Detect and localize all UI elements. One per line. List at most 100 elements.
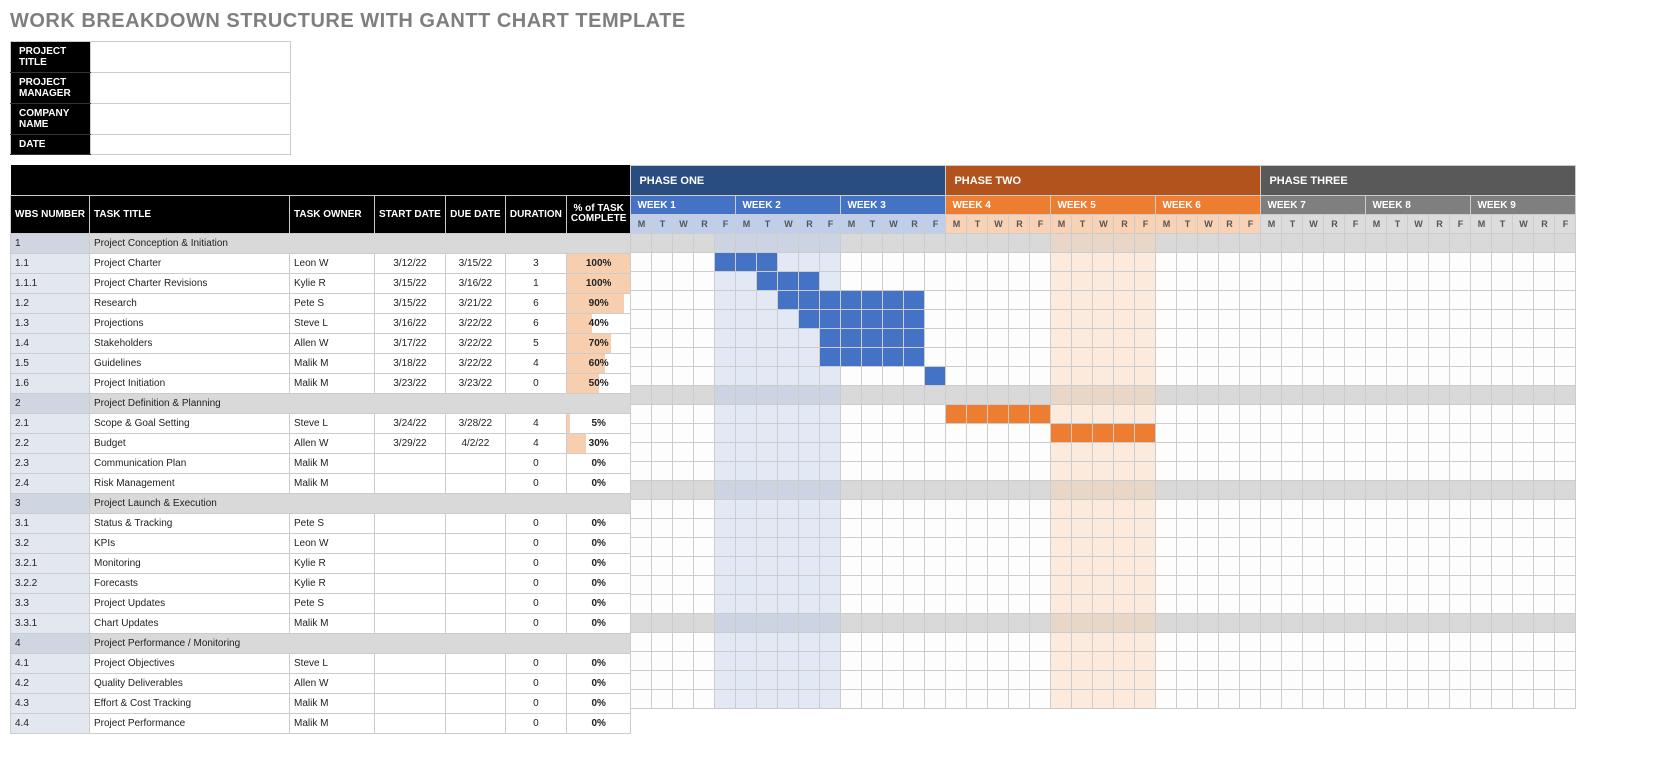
gantt-cell [1219,557,1240,576]
gantt-cell [652,614,673,633]
gantt-cell [904,310,925,329]
col-header: TASK TITLE [90,195,290,233]
gantt-cell [1240,481,1261,500]
gantt-cell [1030,424,1051,443]
gantt-cell [1366,310,1387,329]
gantt-cell [1219,348,1240,367]
gantt-cell [1513,443,1534,462]
gantt-cell [652,443,673,462]
gantt-cell [1345,253,1366,272]
gantt-cell [1366,481,1387,500]
gantt-cell [1303,576,1324,595]
gantt-cell [1345,671,1366,690]
gantt-cell [799,329,820,348]
meta-value[interactable] [91,104,291,135]
gantt-cell [1324,443,1345,462]
gantt-cell [1261,652,1282,671]
gantt-grid: PHASE ONEPHASE TWOPHASE THREE WEEK 1WEEK… [630,165,1576,709]
gantt-cell [1492,234,1513,253]
gantt-cell [736,633,757,652]
gantt-cell [904,595,925,614]
gantt-cell [1345,405,1366,424]
gantt-cell [1156,481,1177,500]
gantt-cell [1219,690,1240,709]
gantt-cell [988,671,1009,690]
gantt-cell [736,690,757,709]
gantt-cell [778,329,799,348]
gantt-cell [841,234,862,253]
gantt-cell [946,652,967,671]
gantt-cell [715,291,736,310]
gantt-cell [694,234,715,253]
gantt-cell [1324,405,1345,424]
gantt-cell [1282,234,1303,253]
gantt-cell [1261,386,1282,405]
gantt-cell [1387,538,1408,557]
week-header: WEEK 3 [841,196,946,215]
gantt-cell [1114,291,1135,310]
gantt-cell [841,253,862,272]
gantt-cell [1135,557,1156,576]
task-row: 3.2KPIsLeon W00% [11,533,631,553]
gantt-cell [1513,348,1534,367]
gantt-cell [715,500,736,519]
gantt-cell [1303,481,1324,500]
gantt-cell [1156,557,1177,576]
gantt-cell [946,386,967,405]
gantt-cell [715,386,736,405]
gantt-cell [1093,462,1114,481]
gantt-cell [1555,538,1576,557]
gantt-cell [1471,500,1492,519]
day-header: M [736,215,757,234]
gantt-cell [862,291,883,310]
gantt-cell [1030,462,1051,481]
gantt-cell [1282,310,1303,329]
gantt-cell [778,253,799,272]
gantt-cell [694,443,715,462]
gantt-cell [1072,652,1093,671]
gantt-cell [988,310,1009,329]
gantt-cell [1219,234,1240,253]
gantt-cell [1072,671,1093,690]
gantt-cell [967,329,988,348]
gantt-cell [925,405,946,424]
gantt-cell [820,671,841,690]
meta-value[interactable] [91,135,291,155]
gantt-cell [631,443,652,462]
gantt-cell [883,652,904,671]
gantt-cell [1198,500,1219,519]
gantt-cell [1534,310,1555,329]
gantt-cell [1555,443,1576,462]
gantt-cell [715,310,736,329]
gantt-cell [1387,519,1408,538]
gantt-cell [1513,405,1534,424]
gantt-cell [757,348,778,367]
gantt-cell [631,519,652,538]
gantt-cell [1219,405,1240,424]
gantt-cell [1093,424,1114,443]
meta-value[interactable] [91,73,291,104]
gantt-cell [673,557,694,576]
gantt-cell [883,291,904,310]
gantt-cell [1093,443,1114,462]
gantt-cell [1072,386,1093,405]
gantt-cell [799,443,820,462]
week-header: WEEK 1 [631,196,736,215]
gantt-cell [736,443,757,462]
gantt-cell [1429,405,1450,424]
gantt-cell [904,690,925,709]
gantt-cell [967,272,988,291]
gantt-cell [1009,500,1030,519]
gantt-cell [652,291,673,310]
gantt-cell [967,234,988,253]
gantt-cell [883,253,904,272]
task-table: WBS NUMBERTASK TITLETASK OWNERSTART DATE… [10,165,631,734]
gantt-cell [1429,462,1450,481]
gantt-cell [1345,519,1366,538]
gantt-cell [1282,690,1303,709]
gantt-cell [1387,348,1408,367]
meta-value[interactable] [91,42,291,73]
gantt-cell [799,253,820,272]
gantt-cell [1324,576,1345,595]
gantt-cell [1303,424,1324,443]
